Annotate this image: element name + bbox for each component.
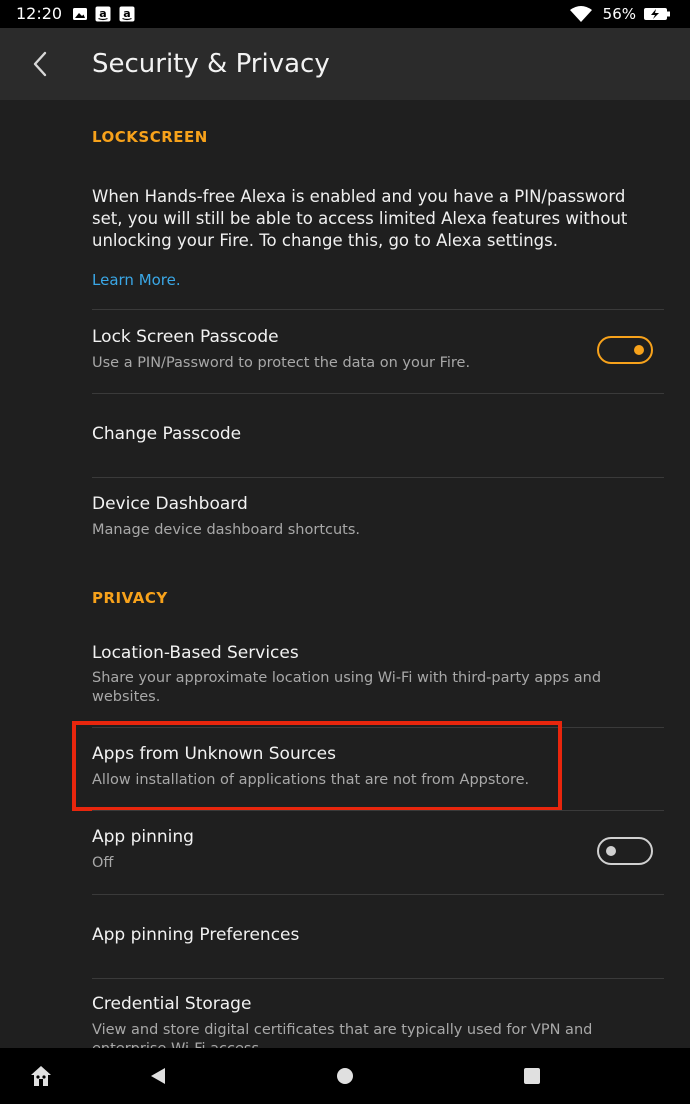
lock-screen-passcode-subtitle: Use a PIN/Password to protect the data o…	[92, 355, 471, 371]
unknown-sources-row[interactable]: Apps from Unknown Sources Allow installa…	[0, 728, 690, 810]
app-pinning-preferences-row[interactable]: App pinning Preferences	[0, 895, 690, 978]
device-dashboard-subtitle: Manage device dashboard shortcuts.	[92, 522, 361, 538]
status-bar: 12:20 a a 56%	[0, 0, 690, 28]
image-notification-icon	[73, 8, 87, 20]
learn-more-link[interactable]: Learn More.	[92, 271, 181, 289]
wifi-icon	[569, 6, 592, 22]
lock-screen-passcode-toggle[interactable]	[597, 336, 653, 364]
nav-back-button[interactable]	[138, 1056, 178, 1096]
app-bar: Security & Privacy	[0, 28, 690, 100]
app-pinning-subtitle: Off	[92, 855, 114, 871]
amazon-notification-icon: a	[95, 6, 111, 22]
svg-text:a: a	[123, 7, 130, 20]
section-header-lockscreen: LOCKSCREEN	[92, 128, 208, 146]
toggle-knob	[606, 846, 616, 856]
change-passcode-title: Change Passcode	[92, 424, 242, 444]
chevron-left-icon	[33, 51, 47, 77]
credential-storage-subtitle: View and store digital certificates that…	[92, 1022, 593, 1048]
navigation-bar	[0, 1048, 690, 1104]
app-pinning-row[interactable]: App pinning Off	[0, 811, 690, 894]
lockscreen-description: When Hands-free Alexa is enabled and you…	[92, 187, 628, 250]
circle-home-icon	[337, 1068, 353, 1084]
settings-list[interactable]: LOCKSCREEN When Hands-free Alexa is enab…	[0, 100, 690, 1048]
nav-home-button[interactable]	[21, 1056, 61, 1096]
lock-screen-passcode-title: Lock Screen Passcode	[92, 327, 279, 347]
amazon-notification-icon: a	[119, 6, 135, 22]
app-pinning-title: App pinning	[92, 827, 194, 847]
lock-screen-passcode-row[interactable]: Lock Screen Passcode Use a PIN/Password …	[0, 310, 690, 393]
unknown-sources-subtitle: Allow installation of applications that …	[92, 772, 530, 788]
section-header-privacy: PRIVACY	[92, 589, 168, 607]
device-dashboard-row[interactable]: Device Dashboard Manage device dashboard…	[0, 478, 690, 558]
page-title: Security & Privacy	[92, 49, 330, 79]
home-icon	[31, 1066, 51, 1086]
device-dashboard-title: Device Dashboard	[92, 494, 248, 514]
status-right: 56%	[569, 3, 670, 25]
battery-percent: 56%	[602, 5, 636, 23]
credential-storage-title: Credential Storage	[92, 994, 252, 1014]
status-time: 12:20	[16, 4, 63, 23]
nav-home-circle-button[interactable]	[325, 1056, 365, 1096]
svg-text:a: a	[99, 7, 106, 20]
app-pinning-toggle[interactable]	[597, 837, 653, 865]
battery-charging-icon	[644, 8, 670, 20]
credential-storage-row[interactable]: Credential Storage View and store digita…	[0, 979, 690, 1048]
location-services-subtitle: Share your approximate location using Wi…	[92, 670, 602, 705]
app-pinning-preferences-title: App pinning Preferences	[92, 925, 300, 945]
toggle-knob	[634, 345, 644, 355]
change-passcode-row[interactable]: Change Passcode	[0, 394, 690, 477]
nav-recents-button[interactable]	[512, 1056, 552, 1096]
unknown-sources-title: Apps from Unknown Sources	[92, 744, 337, 764]
back-button[interactable]	[18, 42, 62, 86]
location-services-row[interactable]: Location-Based Services Share your appro…	[0, 630, 690, 727]
triangle-back-icon	[151, 1068, 165, 1084]
square-recents-icon	[524, 1068, 540, 1084]
location-services-title: Location-Based Services	[92, 643, 299, 663]
